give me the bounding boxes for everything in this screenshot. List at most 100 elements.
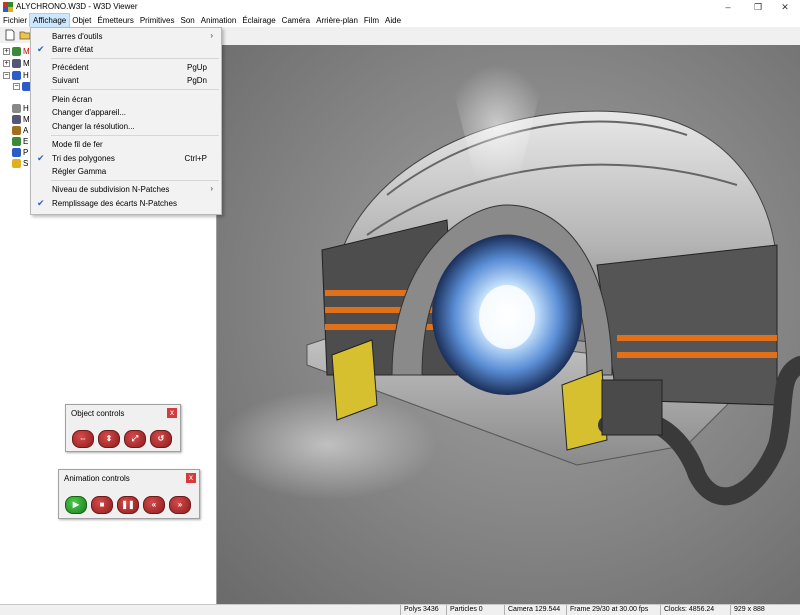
collapse-icon[interactable]: −: [13, 83, 20, 90]
stop-button[interactable]: ■: [91, 496, 113, 514]
tree-row[interactable]: M: [3, 114, 30, 125]
mesh-icon: [12, 47, 21, 56]
step-back-icon: «: [151, 500, 157, 509]
3d-viewport[interactable]: [217, 45, 800, 604]
hazard-panel: [561, 369, 608, 451]
title-bar: ALYCHRONO.W3D - W3D Viewer – ❐ ✕: [0, 0, 800, 14]
menu-item-statusbar[interactable]: ✔ Barre d'état: [31, 43, 221, 56]
checkmark-icon: ✔: [37, 153, 45, 163]
material-icon: [12, 115, 21, 124]
restore-button[interactable]: ❐: [743, 0, 773, 14]
menu-item-label: Barres d'outils: [52, 32, 103, 41]
hazard-panel: [331, 339, 378, 421]
menu-item-next[interactable]: Suivant PgDn: [31, 74, 221, 87]
menu-aide[interactable]: Aide: [382, 14, 404, 27]
tree-label: P: [23, 148, 29, 157]
menu-son[interactable]: Son: [178, 14, 198, 27]
menu-item-label: Mode fil de fer: [52, 140, 103, 149]
menu-film[interactable]: Film: [361, 14, 382, 27]
rotate-x-button[interactable]: ⇔: [72, 430, 94, 448]
menu-item-label: Remplissage des écarts N-Patches: [52, 199, 177, 208]
menu-item-change-resolution[interactable]: Changer la résolution...: [31, 120, 221, 133]
menu-emetteurs[interactable]: Émetteurs: [94, 14, 136, 27]
minimize-button[interactable]: –: [713, 0, 743, 14]
menu-primitives[interactable]: Primitives: [137, 14, 178, 27]
rotate-z-button[interactable]: ⤢: [124, 430, 146, 448]
sound-icon: [12, 159, 21, 168]
tree-row[interactable]: + M: [3, 46, 30, 57]
stop-icon: ■: [99, 500, 105, 509]
menu-item-previous[interactable]: Précédent PgUp: [31, 61, 221, 74]
menu-item-fullscreen[interactable]: Plein écran: [31, 93, 221, 106]
tree-label: S: [23, 159, 29, 168]
menu-item-toolbars[interactable]: Barres d'outils ›: [31, 30, 221, 43]
menu-separator: [51, 135, 219, 136]
app-icon: [3, 2, 13, 12]
expand-icon[interactable]: +: [3, 60, 10, 67]
step-back-button[interactable]: «: [143, 496, 165, 514]
menu-camera[interactable]: Caméra: [279, 14, 313, 27]
menu-separator: [51, 89, 219, 90]
collapse-icon[interactable]: −: [3, 72, 10, 79]
menu-item-npatches-level[interactable]: Niveau de subdivision N-Patches ›: [31, 183, 221, 196]
close-icon[interactable]: x: [167, 408, 177, 418]
menu-affichage[interactable]: Affichage: [29, 13, 71, 28]
menu-item-label: Régler Gamma: [52, 167, 107, 176]
checkmark-icon: ✔: [37, 198, 45, 208]
menu-objet[interactable]: Objet: [69, 14, 94, 27]
menu-eclairage[interactable]: Éclairage: [239, 14, 278, 27]
menu-item-change-device[interactable]: Changer d'appareil...: [31, 106, 221, 119]
tree-label: M: [23, 59, 30, 68]
close-button[interactable]: ✕: [770, 0, 800, 14]
menu-item-label: Barre d'état: [52, 45, 94, 54]
menu-bar: Fichier Affichage Objet Émetteurs Primit…: [0, 13, 800, 28]
primitive-icon: [12, 148, 21, 157]
hierarchy-icon: [12, 71, 21, 80]
menu-animation[interactable]: Animation: [198, 14, 240, 27]
menu-item-gamma[interactable]: Régler Gamma: [31, 165, 221, 178]
menu-separator: [51, 58, 219, 59]
tree-row[interactable]: P: [3, 147, 28, 158]
expand-icon[interactable]: +: [3, 48, 10, 55]
reset-rotation-icon: ↺: [157, 434, 165, 443]
tree-row[interactable]: H: [3, 103, 29, 114]
orange-stripe: [617, 335, 777, 341]
menu-item-label: Précédent: [52, 63, 89, 72]
tree-row[interactable]: S: [3, 158, 28, 169]
rotate-x-icon: ⇔: [79, 434, 87, 443]
tree-row[interactable]: + M: [3, 58, 30, 69]
submenu-arrow-icon: ›: [210, 31, 213, 40]
menu-separator: [51, 180, 219, 181]
tree-label: H: [23, 71, 29, 80]
menu-item-label: Niveau de subdivision N-Patches: [52, 185, 170, 194]
menu-item-label: Tri des polygones: [52, 154, 115, 163]
menu-item-npatches-gap-fill[interactable]: ✔ Remplissage des écarts N-Patches: [31, 197, 221, 210]
pause-icon: ❚❚: [121, 500, 135, 509]
orange-stripe: [617, 352, 777, 358]
menu-fichier[interactable]: Fichier: [0, 14, 30, 27]
menu-item-polygon-sort[interactable]: ✔ Tri des polygones Ctrl+P: [31, 152, 221, 165]
menu-arriere-plan[interactable]: Arrière-plan: [313, 14, 361, 27]
step-forward-icon: »: [177, 500, 183, 509]
menu-item-wireframe[interactable]: Mode fil de fer: [31, 138, 221, 151]
panel-title: Object controls: [71, 409, 125, 418]
tree-label: M: [23, 115, 30, 124]
tree-row[interactable]: −: [13, 81, 31, 92]
tree-row[interactable]: E: [3, 136, 28, 147]
tree-row[interactable]: A: [3, 125, 28, 136]
tree-label: A: [23, 126, 29, 135]
close-icon[interactable]: x: [186, 473, 196, 483]
pause-button[interactable]: ❚❚: [117, 496, 139, 514]
rotate-z-icon: ⤢: [131, 434, 139, 443]
step-forward-button[interactable]: »: [169, 496, 191, 514]
status-bar: Polys 3436 Particles 0 Camera 129.544 Fr…: [0, 604, 800, 615]
material-icon: [12, 59, 21, 68]
tree-row[interactable]: − H: [3, 70, 29, 81]
play-button[interactable]: ▶: [65, 496, 87, 514]
rendered-model: [217, 65, 800, 506]
new-file-icon[interactable]: [4, 29, 16, 41]
reset-rotation-button[interactable]: ↺: [150, 430, 172, 448]
menu-item-label: Suivant: [52, 76, 79, 85]
rotate-y-button[interactable]: ⇕: [98, 430, 120, 448]
emitter-icon: [12, 137, 21, 146]
